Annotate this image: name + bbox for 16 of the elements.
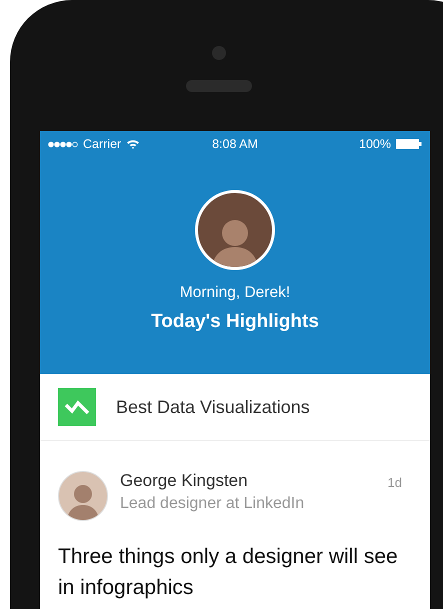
author-name[interactable]: George Kingsten <box>120 471 376 491</box>
line-chart-icon <box>58 388 96 426</box>
battery-percent: 100% <box>359 137 391 151</box>
speaker-grille <box>186 80 252 92</box>
post-headline[interactable]: Three things only a designer will see in infographics <box>58 541 412 603</box>
topic-label[interactable]: Best Data Visualizations <box>116 396 310 418</box>
status-time: 8:08 AM <box>212 137 258 151</box>
highlights-title: Today's Highlights <box>151 311 319 333</box>
battery-icon <box>396 139 422 149</box>
signal-icon <box>48 140 78 148</box>
greeting-text: Morning, Derek! <box>180 284 290 302</box>
author-avatar <box>58 471 108 521</box>
wifi-icon <box>126 139 140 149</box>
post-time: 1d <box>388 474 403 490</box>
author-role: Lead designer at LinkedIn <box>120 495 306 513</box>
carrier-label: Carrier <box>83 137 122 151</box>
